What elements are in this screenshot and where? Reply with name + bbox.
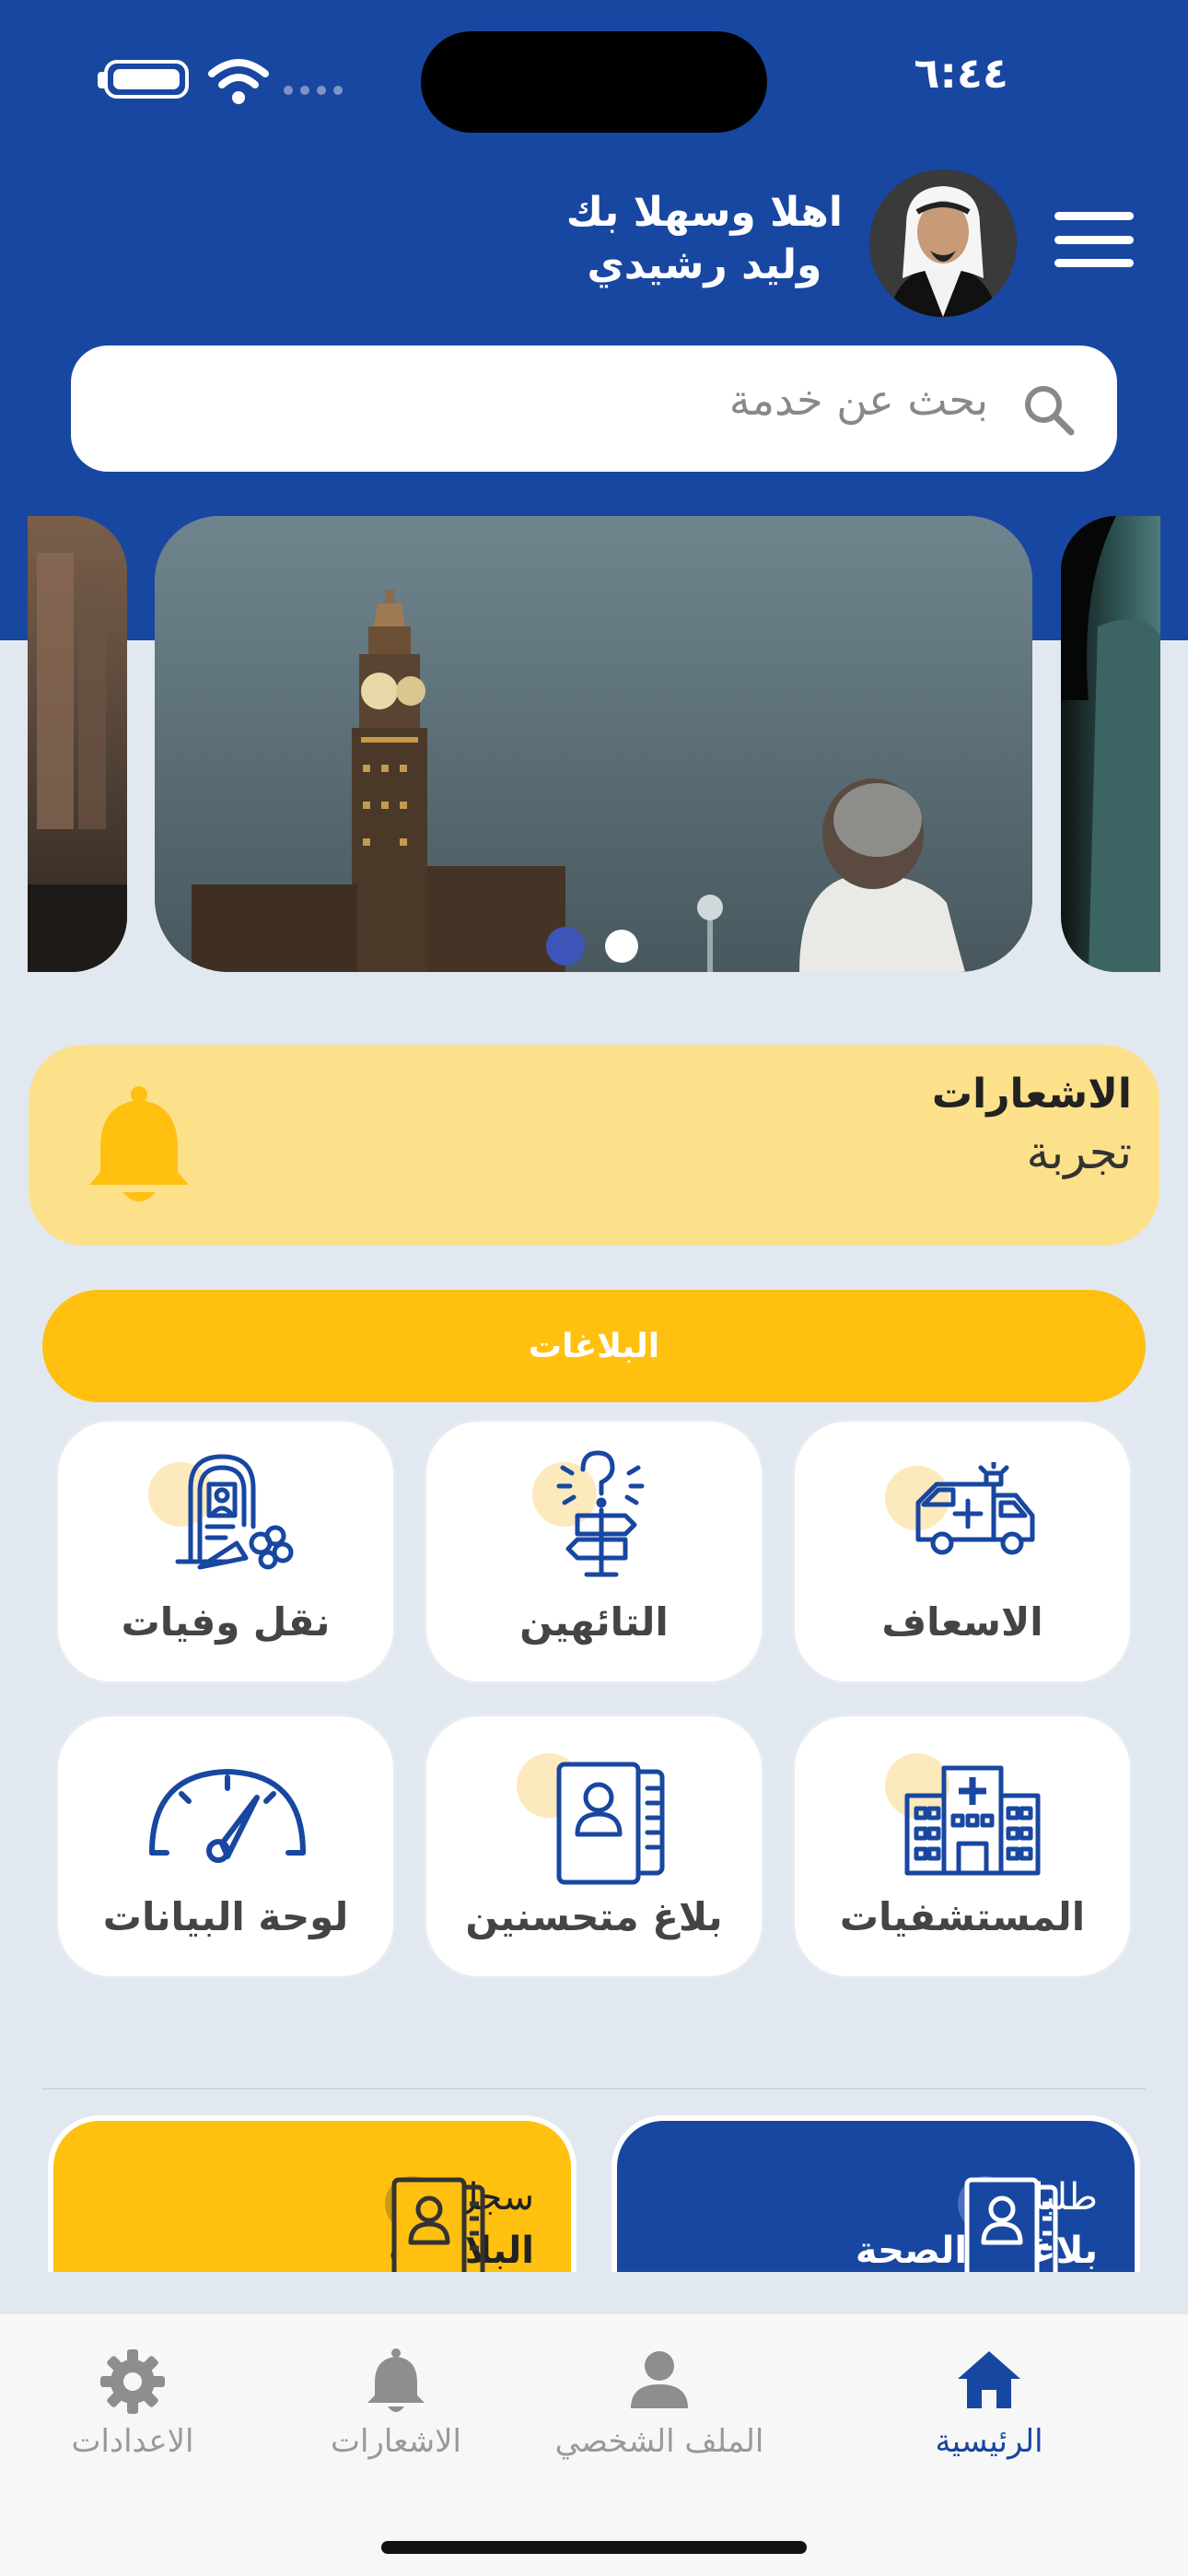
bell-icon xyxy=(89,1086,189,1201)
bell-icon xyxy=(367,2348,425,2412)
tab-home[interactable]: الرئيسية xyxy=(860,2314,1118,2499)
cellular-signal-icon xyxy=(284,86,344,99)
id-documents-icon xyxy=(556,1762,665,1885)
user-name: وليد رشيدي xyxy=(587,241,822,288)
service-tile-ambulance[interactable]: الاسعاف xyxy=(792,1419,1133,1684)
search-placeholder: بحث عن خدمة xyxy=(728,375,988,425)
speedometer-icon xyxy=(149,1769,306,1863)
reports-button[interactable]: البلاغات xyxy=(42,1290,1146,1402)
greeting: اهلا وسهلا بك xyxy=(565,189,843,236)
service-label: الاسعاف xyxy=(881,1599,1043,1645)
tab-bar: الرئيسية الملف الشخصي الاشعارات الاعدادا… xyxy=(0,2314,1188,2576)
home-indicator[interactable] xyxy=(381,2541,807,2554)
service-tile-death-transfer[interactable]: نقل وفيات xyxy=(55,1419,396,1684)
person-icon xyxy=(631,2351,688,2408)
service-label: المستشفيات xyxy=(839,1894,1086,1939)
service-label: بلاغ متحسنين xyxy=(465,1894,723,1939)
tab-label: الملف الشخصي xyxy=(554,2423,764,2460)
wifi-icon xyxy=(208,59,269,104)
carousel-slide-prev[interactable] xyxy=(28,516,127,972)
welcome-text: اهلا وسهلا بك وليد رشيدي xyxy=(566,187,843,292)
service-tile-hospitals[interactable]: المستشفيات xyxy=(792,1714,1133,1979)
dynamic-island xyxy=(421,31,767,133)
notifications-card-title: الاشعارات xyxy=(931,1071,1132,1118)
ambulance-icon xyxy=(915,1462,1035,1555)
notifications-card[interactable]: الاشعارات تجربة xyxy=(29,1045,1159,1246)
tab-notifications[interactable]: الاشعارات xyxy=(267,2314,525,2499)
tab-label: الرئيسية xyxy=(935,2423,1043,2460)
service-tile-lost-persons[interactable]: التائهين xyxy=(424,1419,764,1684)
signpost-question-icon xyxy=(556,1450,645,1577)
search-input[interactable]: بحث عن خدمة xyxy=(71,345,1117,472)
reports-log-card[interactable]: سجل البلاغات xyxy=(48,2115,577,2272)
id-documents-icon xyxy=(958,2176,1058,2272)
service-label: نقل وفيات xyxy=(121,1599,331,1645)
health-reports-requests-card[interactable]: طلبات بلاغات الصحة xyxy=(611,2115,1140,2272)
carousel-slide-main[interactable] xyxy=(155,516,1032,972)
section-divider xyxy=(42,2088,1146,2090)
service-tile-improved-report[interactable]: بلاغ متحسنين xyxy=(424,1714,764,1979)
battery-icon xyxy=(104,60,189,99)
id-documents-icon xyxy=(385,2176,485,2272)
tab-settings[interactable]: الاعدادات xyxy=(4,2314,262,2499)
grave-flowers-icon xyxy=(175,1454,294,1570)
service-label: التائهين xyxy=(519,1599,669,1645)
tab-label: الاشعارات xyxy=(331,2423,461,2460)
tab-profile[interactable]: الملف الشخصي xyxy=(530,2314,788,2499)
tab-label: الاعدادات xyxy=(71,2423,194,2460)
carousel-dot-2[interactable] xyxy=(605,930,638,963)
notifications-card-subtitle: تجربة xyxy=(1026,1126,1132,1179)
service-label: لوحة البيانات xyxy=(102,1894,349,1939)
hospital-icon xyxy=(904,1765,1041,1876)
menu-icon[interactable] xyxy=(1054,212,1134,267)
search-icon xyxy=(1025,386,1075,436)
gear-icon xyxy=(100,2349,165,2414)
home-icon xyxy=(958,2351,1020,2408)
carousel-dot-1[interactable] xyxy=(546,927,585,966)
service-tile-dashboard[interactable]: لوحة البيانات xyxy=(55,1714,396,1979)
avatar[interactable] xyxy=(869,170,1017,317)
carousel-slide-next[interactable] xyxy=(1061,516,1160,972)
status-time: ٦:٤٤ xyxy=(914,48,1008,98)
